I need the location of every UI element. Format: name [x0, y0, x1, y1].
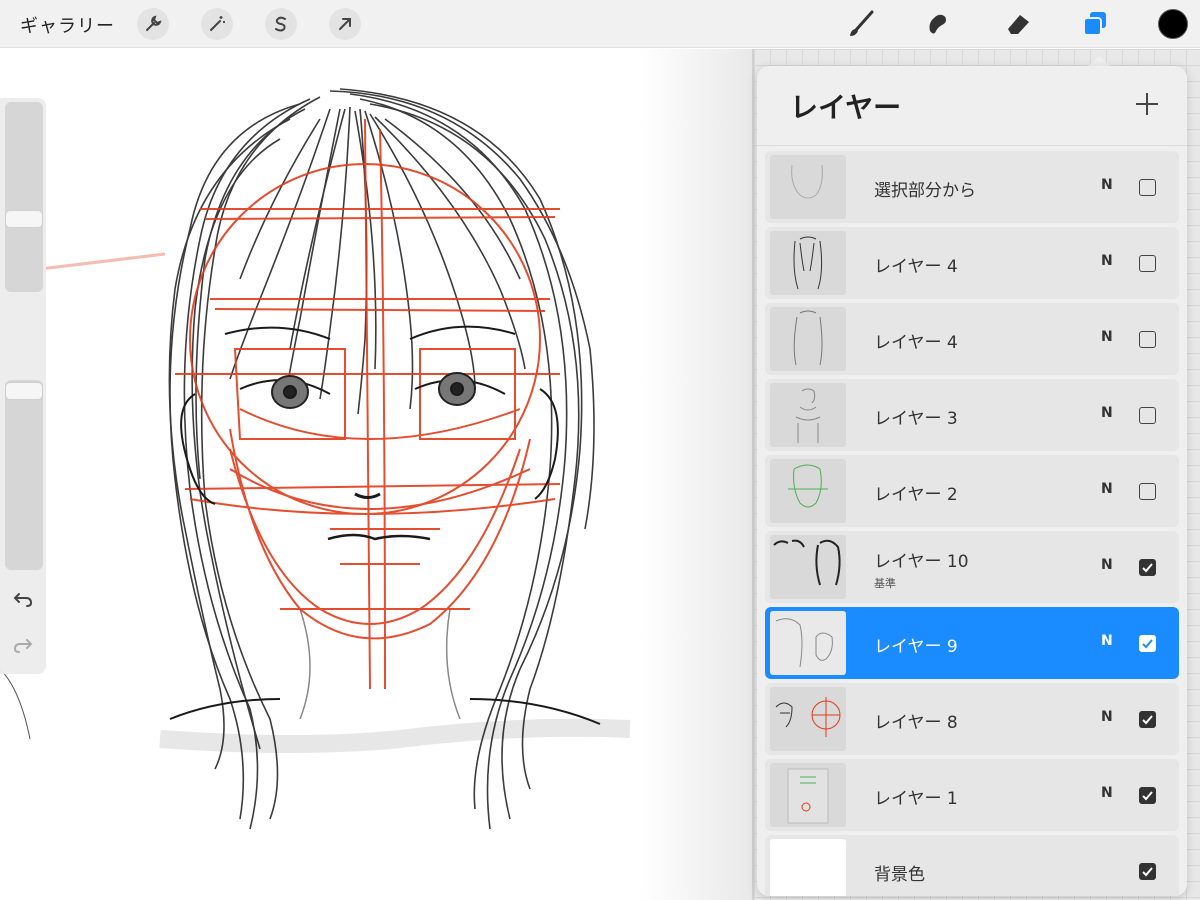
layer-row[interactable]: レイヤー 8 N	[765, 683, 1179, 755]
layer-thumbnail	[770, 763, 846, 827]
layer-visibility-checkbox[interactable]	[1139, 635, 1156, 652]
selection-icon[interactable]	[265, 8, 297, 40]
undo-icon	[13, 593, 33, 607]
layer-row-selected[interactable]: レイヤー 9 N	[765, 607, 1179, 679]
layer-row[interactable]: レイヤー 2 N	[765, 455, 1179, 527]
brush-size-slider[interactable]	[5, 102, 43, 292]
layer-name: レイヤー 4	[874, 333, 958, 353]
brush-tool[interactable]	[843, 6, 879, 42]
blend-mode-button[interactable]: N	[1101, 633, 1113, 649]
layer-name: 選択部分から	[874, 181, 976, 201]
layer-name: レイヤー 9	[874, 637, 958, 657]
layers-tool[interactable]	[1077, 6, 1113, 42]
layer-thumbnail	[770, 231, 846, 295]
layer-row[interactable]: レイヤー 4 N	[765, 227, 1179, 299]
layer-visibility-checkbox[interactable]	[1139, 407, 1156, 424]
actions-wrench-icon[interactable]	[137, 8, 169, 40]
blend-mode-button[interactable]: N	[1101, 177, 1113, 193]
panel-divider	[757, 145, 1187, 146]
layer-thumbnail	[770, 307, 846, 371]
layer-name: レイヤー 10	[874, 552, 969, 572]
layer-reference-label: 基準	[874, 577, 896, 590]
layer-visibility-checkbox[interactable]	[1139, 711, 1156, 728]
brush-size-knob[interactable]	[5, 210, 43, 228]
layer-thumbnail	[770, 611, 846, 675]
top-toolbar: ギャラリー	[0, 0, 1200, 48]
layer-thumbnail	[770, 687, 846, 751]
layer-visibility-checkbox[interactable]	[1139, 179, 1156, 196]
layer-visibility-checkbox[interactable]	[1139, 863, 1156, 880]
layer-row[interactable]: レイヤー 4 N	[765, 303, 1179, 375]
layer-name: レイヤー 3	[874, 409, 958, 429]
layer-name: 背景色	[874, 865, 925, 885]
layer-visibility-checkbox[interactable]	[1139, 331, 1156, 348]
layer-row[interactable]: 選択部分から N	[765, 151, 1179, 223]
canvas-edge-shadow	[640, 49, 760, 900]
smudge-icon	[929, 14, 946, 34]
opacity-knob[interactable]	[5, 382, 43, 400]
canvas-border	[752, 49, 754, 900]
blend-mode-button[interactable]: N	[1101, 481, 1113, 497]
undo-button[interactable]	[10, 586, 36, 612]
layer-thumbnail	[770, 535, 846, 599]
redo-button[interactable]	[10, 632, 36, 658]
transform-icon[interactable]	[329, 8, 361, 40]
layer-thumbnail	[770, 155, 846, 219]
layer-row[interactable]: レイヤー 3 N	[765, 379, 1179, 451]
plus-icon[interactable]	[1133, 90, 1161, 118]
blend-mode-button[interactable]: N	[1101, 557, 1113, 573]
layer-visibility-checkbox[interactable]	[1139, 559, 1156, 576]
layer-visibility-checkbox[interactable]	[1139, 255, 1156, 272]
layer-row[interactable]: レイヤー 1 N	[765, 759, 1179, 831]
layers-panel: レイヤー 選択部分から N レイヤー 4 N レイヤー 4 N レイヤー 3 N…	[757, 66, 1187, 896]
brush-icon	[850, 10, 874, 36]
adjustments-wand-icon[interactable]	[201, 8, 233, 40]
blend-mode-button[interactable]: N	[1101, 709, 1113, 725]
redo-icon	[13, 639, 33, 653]
magic-wand-icon	[210, 16, 225, 31]
panel-title: レイヤー	[790, 91, 902, 124]
transform-arrow-icon	[339, 18, 351, 30]
blend-mode-button[interactable]: N	[1101, 253, 1113, 269]
background-color-layer[interactable]: 背景色	[765, 835, 1179, 896]
layer-name: レイヤー 1	[874, 789, 958, 809]
layers-icon	[1083, 12, 1106, 36]
blend-mode-button[interactable]: N	[1101, 405, 1113, 421]
eraser-icon	[1008, 15, 1029, 34]
blend-mode-button[interactable]: N	[1101, 329, 1113, 345]
wrench-icon	[146, 15, 162, 31]
layer-name: レイヤー 4	[874, 257, 958, 277]
smudge-tool[interactable]	[919, 6, 955, 42]
eraser-tool[interactable]	[1000, 6, 1036, 42]
selection-s-icon	[275, 16, 286, 32]
procreate-app: ギャラリー レイヤー 選択部分から N レイヤー 4 N レイヤー 4 N レイ…	[0, 0, 1200, 900]
layer-visibility-checkbox[interactable]	[1139, 787, 1156, 804]
opacity-slider[interactable]	[5, 380, 43, 570]
background-color-swatch[interactable]	[770, 839, 846, 896]
layer-name: レイヤー 8	[874, 713, 958, 733]
layer-visibility-checkbox[interactable]	[1139, 483, 1156, 500]
layer-row[interactable]: レイヤー 10 基準 N	[765, 531, 1179, 603]
layer-thumbnail	[770, 459, 846, 523]
color-picker-swatch[interactable]	[1158, 9, 1188, 39]
gallery-button[interactable]: ギャラリー	[20, 12, 115, 38]
blend-mode-button[interactable]: N	[1101, 785, 1113, 801]
left-sidebar	[0, 98, 46, 674]
layer-thumbnail	[770, 383, 846, 447]
layer-name: レイヤー 2	[874, 485, 958, 505]
